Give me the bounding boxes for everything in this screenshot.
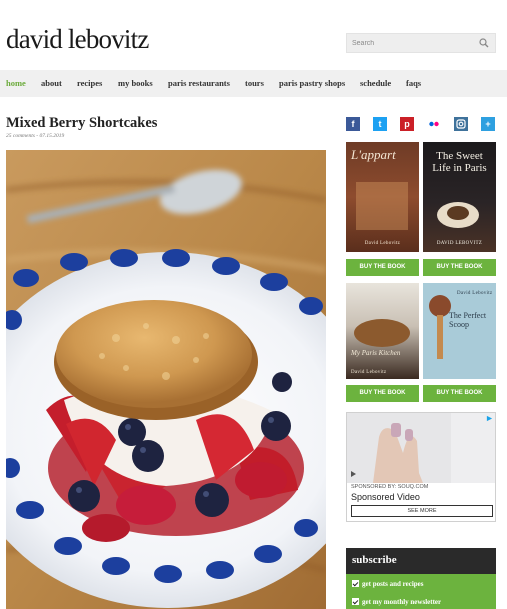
- site-logo[interactable]: david lebovitz: [6, 24, 149, 55]
- post-meta[interactable]: 25 comments - 07.15.2019: [6, 133, 64, 139]
- book-sweet-life-in-paris[interactable]: The Sweet Life in Paris DAVID LEBOVITZ: [423, 142, 496, 252]
- nav-tours[interactable]: tours: [245, 78, 264, 88]
- nav-my-books[interactable]: my books: [118, 78, 153, 88]
- facebook-icon[interactable]: f: [346, 117, 360, 131]
- nav-home[interactable]: home: [6, 78, 26, 88]
- book-title: My Paris Kitchen: [351, 349, 401, 357]
- subscribe-option-newsletter[interactable]: get my monthly newsletter: [352, 598, 441, 606]
- twitter-icon[interactable]: t: [373, 117, 387, 131]
- book-title: The Perfect Scoop: [449, 311, 487, 329]
- nav-faqs[interactable]: faqs: [406, 78, 421, 88]
- ad-video-thumbnail[interactable]: [347, 413, 495, 483]
- post-title[interactable]: Mixed Berry Shortcakes: [6, 115, 157, 132]
- sponsored-ad[interactable]: SPONSORED BY: SOUQ.COM Sponsored Video S…: [346, 412, 496, 522]
- book-title: The Sweet Life in Paris: [432, 150, 487, 174]
- checkbox-icon[interactable]: [352, 598, 359, 605]
- subscribe-widget: subscribe get posts and recipes get my m…: [346, 548, 496, 609]
- main-nav: home about recipes my books paris restau…: [0, 70, 507, 97]
- nav-paris-pastry-shops[interactable]: paris pastry shops: [279, 78, 345, 88]
- buy-book-button-my-paris-kitchen[interactable]: BUY THE BOOK: [346, 385, 419, 402]
- plus-icon[interactable]: +: [481, 117, 495, 131]
- search-input[interactable]: [347, 34, 475, 52]
- ad-sponsor: SPONSORED BY: SOUQ.COM: [351, 484, 429, 490]
- subscribe-option-label: get posts and recipes: [362, 580, 424, 588]
- subscribe-option-label: get my monthly newsletter: [362, 598, 442, 606]
- instagram-icon[interactable]: [454, 117, 468, 131]
- buy-book-button-lappart[interactable]: BUY THE BOOK: [346, 259, 419, 276]
- book-lappart[interactable]: L'appart David Lebovitz: [346, 142, 419, 252]
- buy-book-button-sweet-life[interactable]: BUY THE BOOK: [423, 259, 496, 276]
- book-author: David Lebovitz: [351, 370, 387, 375]
- book-my-paris-kitchen[interactable]: My Paris Kitchen David Lebovitz: [346, 283, 419, 379]
- subscribe-title: subscribe: [352, 554, 397, 566]
- search-icon[interactable]: [479, 38, 489, 48]
- book-perfect-scoop[interactable]: The Perfect Scoop David Lebovitz: [423, 283, 496, 379]
- pinterest-icon[interactable]: p: [400, 117, 414, 131]
- checkbox-icon[interactable]: [352, 580, 359, 587]
- nav-schedule[interactable]: schedule: [360, 78, 391, 88]
- nav-about[interactable]: about: [41, 78, 62, 88]
- subscribe-option-posts[interactable]: get posts and recipes: [352, 580, 424, 588]
- book-title: L'appart: [351, 147, 396, 162]
- flickr-icon[interactable]: [427, 117, 441, 131]
- ad-see-more-button[interactable]: SEE MORE: [351, 505, 493, 517]
- buy-book-button-perfect-scoop[interactable]: BUY THE BOOK: [423, 385, 496, 402]
- search-box: [346, 33, 496, 53]
- ad-headline[interactable]: Sponsored Video: [351, 492, 420, 502]
- book-author: David Lebovitz: [457, 291, 493, 296]
- book-author: DAVID LEBOVITZ: [436, 241, 483, 246]
- book-author: David Lebovitz: [364, 241, 401, 246]
- nav-recipes[interactable]: recipes: [77, 78, 102, 88]
- nav-paris-restaurants[interactable]: paris restaurants: [168, 78, 230, 88]
- subscribe-header: subscribe: [346, 548, 496, 574]
- adchoices-icon[interactable]: [486, 415, 493, 422]
- post-hero-image: [6, 150, 326, 609]
